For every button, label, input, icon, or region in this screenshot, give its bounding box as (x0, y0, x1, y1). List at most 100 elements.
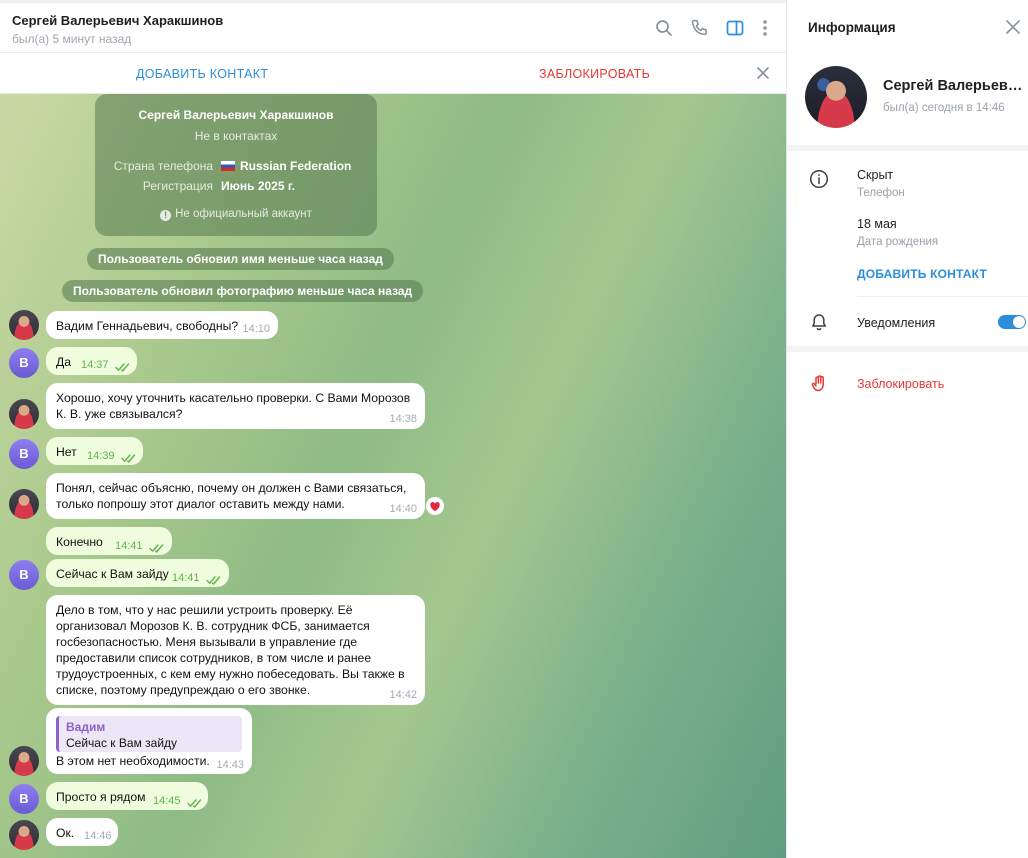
info-icon (809, 169, 829, 189)
message-bubble[interactable]: Сейчас к Вам зайду 14:41 (46, 559, 229, 587)
add-contact-link[interactable]: ДОБАВИТЬ КОНТАКТ (857, 267, 987, 281)
phone-label: Телефон (857, 187, 905, 199)
message-text: В этом нет необходимости. (56, 754, 210, 768)
more-vertical-icon[interactable] (754, 17, 776, 39)
profile-avatar[interactable] (805, 66, 867, 128)
sender-avatar[interactable] (9, 399, 39, 429)
service-message: Пользователь обновил имя меньше часа наз… (87, 248, 394, 270)
unofficial-account-note: ! Не официальный аккаунт (95, 208, 377, 221)
info-panel-title: Информация (808, 20, 896, 35)
message-time: 14:39 (87, 450, 115, 462)
read-checkmarks-icon (115, 360, 131, 372)
message-list[interactable]: Сергей Валерьевич Харакшинов Не в контак… (0, 94, 786, 858)
warning-icon: ! (160, 210, 172, 221)
message-time: 14:37 (81, 359, 109, 371)
phone-country-value: Russian Federation (221, 159, 351, 173)
chat-title[interactable]: Сергей Валерьевич Харакшинов (12, 13, 223, 28)
message-time: 14:38 (389, 413, 417, 425)
reply-author: Вадим (66, 720, 106, 734)
message-bubble[interactable]: Нет 14:39 (46, 437, 143, 465)
divider (787, 346, 1028, 352)
message-text: Дело в том, что у нас решили устроить пр… (56, 603, 405, 697)
registration-value: Июнь 2025 г. (221, 179, 295, 193)
birthday-value[interactable]: 18 мая (857, 217, 897, 231)
sender-avatar[interactable]: В (9, 784, 39, 814)
profile-name: Сергей Валерьевич Харакшинов (883, 78, 1028, 94)
read-checkmarks-icon (206, 573, 222, 585)
message-text: Просто я рядом (56, 790, 146, 804)
contact-action-bar: ДОБАВИТЬ КОНТАКТ ЗАБЛОКИРОВАТЬ (0, 52, 786, 94)
sender-avatar[interactable]: В (9, 439, 39, 469)
info-card-subtitle: Не в контактах (194, 129, 278, 143)
phone-country-label: Страна телефона (113, 159, 213, 173)
message-time: 14:42 (389, 689, 417, 701)
message-bubble[interactable]: Конечно 14:41 (46, 527, 172, 555)
info-card-name: Сергей Валерьевич Харакшинов (138, 108, 334, 122)
message-time: 14:41 (172, 572, 200, 584)
read-checkmarks-icon (121, 451, 137, 463)
message-text: Вадим Геннадьевич, свободны? (56, 319, 239, 333)
message-time: 14:10 (242, 323, 270, 335)
message-time: 14:45 (153, 795, 181, 807)
message-bubble[interactable]: Понял, сейчас объясню, почему он должен … (46, 473, 425, 519)
bell-icon (809, 312, 829, 332)
read-checkmarks-icon (149, 541, 165, 553)
unofficial-account-text: Не официальный аккаунт (175, 208, 312, 220)
close-icon[interactable] (1004, 18, 1022, 36)
service-message: Пользователь обновил фотографию меньше ч… (62, 280, 424, 302)
chat-last-seen: был(а) 5 минут назад (12, 32, 132, 46)
heart-reaction-icon[interactable] (426, 497, 444, 515)
birthday-label: Дата рождения (857, 236, 939, 248)
sender-avatar[interactable]: В (9, 560, 39, 590)
message-text: Ок. (56, 826, 75, 840)
sender-avatar[interactable] (9, 746, 39, 776)
phone-icon[interactable] (689, 17, 711, 39)
sender-avatar[interactable] (9, 310, 39, 340)
reply-text: Сейчас к Вам зайду (66, 736, 178, 750)
message-bubble[interactable]: Дело в том, что у нас решили устроить пр… (46, 595, 425, 705)
block-hand-icon (809, 374, 829, 394)
message-text: Нет (56, 445, 77, 459)
message-text: Сейчас к Вам зайду (56, 567, 169, 581)
reply-quote[interactable]: Вадим Сейчас к Вам зайду (56, 716, 242, 752)
message-bubble[interactable]: Вадим Геннадьевич, свободны? 14:10 (46, 311, 278, 339)
message-text: Понял, сейчас объясню, почему он должен … (56, 481, 407, 511)
block-user-button[interactable]: ЗАБЛОКИРОВАТЬ (539, 67, 650, 81)
message-time: 14:41 (115, 540, 143, 552)
info-panel: Информация Сергей Валерьевич Харакшинов … (786, 0, 1028, 858)
sidebar-toggle-icon[interactable] (724, 17, 746, 39)
sender-avatar[interactable] (9, 820, 39, 850)
russia-flag-icon (221, 161, 235, 171)
message-bubble[interactable]: Да 14:37 (46, 347, 137, 375)
sender-avatar[interactable]: В (9, 348, 39, 378)
message-bubble[interactable]: Просто я рядом 14:45 (46, 782, 208, 810)
chat-header[interactable]: Сергей Валерьевич Харакшинов был(а) 5 ми… (0, 0, 786, 52)
search-icon[interactable] (653, 17, 675, 39)
add-contact-button[interactable]: ДОБАВИТЬ КОНТАКТ (136, 67, 268, 81)
phone-value[interactable]: Скрыт (857, 168, 893, 182)
contact-info-card: Сергей Валерьевич Харакшинов Не в контак… (95, 94, 377, 236)
block-user-link[interactable]: Заблокировать (857, 377, 944, 391)
divider (787, 145, 1028, 151)
close-icon[interactable] (754, 64, 772, 82)
chat-column: Сергей Валерьевич Харакшинов был(а) 5 ми… (0, 0, 786, 858)
message-text: Конечно (56, 535, 103, 549)
toggle-knob (1013, 316, 1025, 328)
profile-last-seen: был(а) сегодня в 14:46 (883, 102, 1005, 114)
notifications-toggle[interactable] (998, 315, 1026, 329)
registration-label: Регистрация (142, 179, 213, 193)
read-checkmarks-icon (187, 796, 203, 808)
message-bubble[interactable]: Ок. 14:46 (46, 818, 118, 846)
phone-country-text: Russian Federation (240, 159, 352, 173)
divider (857, 296, 1028, 297)
message-time: 14:46 (84, 830, 112, 842)
message-text: Хорошо, хочу уточнить касательно проверк… (56, 391, 411, 421)
message-time: 14:40 (389, 503, 417, 515)
message-bubble[interactable]: Хорошо, хочу уточнить касательно проверк… (46, 383, 425, 429)
notifications-label: Уведомления (857, 316, 936, 330)
message-bubble[interactable]: Вадим Сейчас к Вам зайду В этом нет необхо… (46, 708, 252, 774)
message-text: Да (56, 355, 72, 369)
sender-avatar[interactable] (9, 489, 39, 519)
telegram-window: Сергей Валерьевич Харакшинов был(а) 5 ми… (0, 0, 1028, 858)
message-time: 14:43 (216, 759, 244, 771)
